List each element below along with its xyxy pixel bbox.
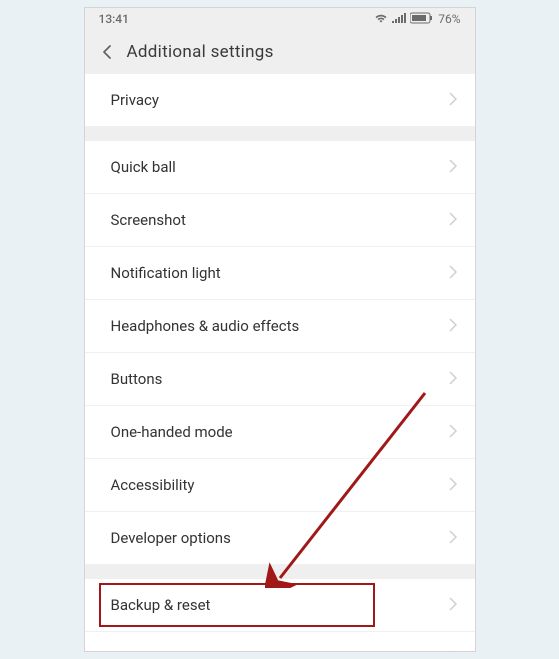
chevron-right-icon	[449, 317, 457, 336]
chevron-right-icon	[449, 91, 457, 110]
chevron-right-icon	[449, 649, 457, 652]
wifi-icon	[374, 12, 388, 27]
battery-percent: 76%	[438, 12, 460, 26]
list-item-one-handed[interactable]: One-handed mode	[85, 406, 475, 459]
list-item-screenshot[interactable]: Screenshot	[85, 194, 475, 247]
item-label: Quick ball	[111, 158, 176, 176]
list-item-notification-light[interactable]: Notification light	[85, 247, 475, 300]
list-item-quick-ball[interactable]: Quick ball	[85, 141, 475, 194]
chevron-right-icon	[449, 596, 457, 615]
phone-screen: 13:41 76% Additional settings Privacy	[84, 7, 476, 652]
item-label: Mi Mover	[111, 650, 173, 653]
item-label: Accessibility	[111, 476, 195, 494]
list-item-backup-reset[interactable]: Backup & reset	[85, 579, 475, 632]
item-label: Headphones & audio effects	[111, 317, 300, 335]
status-time: 13:41	[99, 12, 129, 26]
status-bar: 13:41 76%	[85, 8, 475, 30]
item-label: Backup & reset	[111, 596, 211, 614]
header: Additional settings	[85, 30, 475, 74]
chevron-right-icon	[449, 476, 457, 495]
list-item-accessibility[interactable]: Accessibility	[85, 459, 475, 512]
page-title: Additional settings	[127, 42, 274, 62]
section-divider	[85, 127, 475, 141]
item-label: Developer options	[111, 529, 231, 547]
item-label: Screenshot	[111, 211, 186, 229]
chevron-right-icon	[449, 211, 457, 230]
settings-list: Privacy Quick ball Screenshot Notificati…	[85, 74, 475, 652]
chevron-right-icon	[449, 529, 457, 548]
chevron-right-icon	[449, 370, 457, 389]
item-label: One-handed mode	[111, 423, 233, 441]
section-divider	[85, 565, 475, 579]
list-item-buttons[interactable]: Buttons	[85, 353, 475, 406]
chevron-right-icon	[449, 158, 457, 177]
chevron-right-icon	[449, 264, 457, 283]
item-label: Buttons	[111, 370, 163, 388]
battery-icon	[410, 12, 434, 27]
list-item-mi-mover[interactable]: Mi Mover	[85, 632, 475, 652]
chevron-right-icon	[449, 423, 457, 442]
list-item-privacy[interactable]: Privacy	[85, 74, 475, 127]
back-icon[interactable]	[95, 40, 119, 64]
list-item-developer-options[interactable]: Developer options	[85, 512, 475, 565]
item-label: Notification light	[111, 264, 221, 282]
item-label: Privacy	[111, 91, 159, 109]
list-item-headphones-audio[interactable]: Headphones & audio effects	[85, 300, 475, 353]
signal-icon	[392, 12, 406, 26]
status-indicators: 76%	[374, 12, 460, 27]
